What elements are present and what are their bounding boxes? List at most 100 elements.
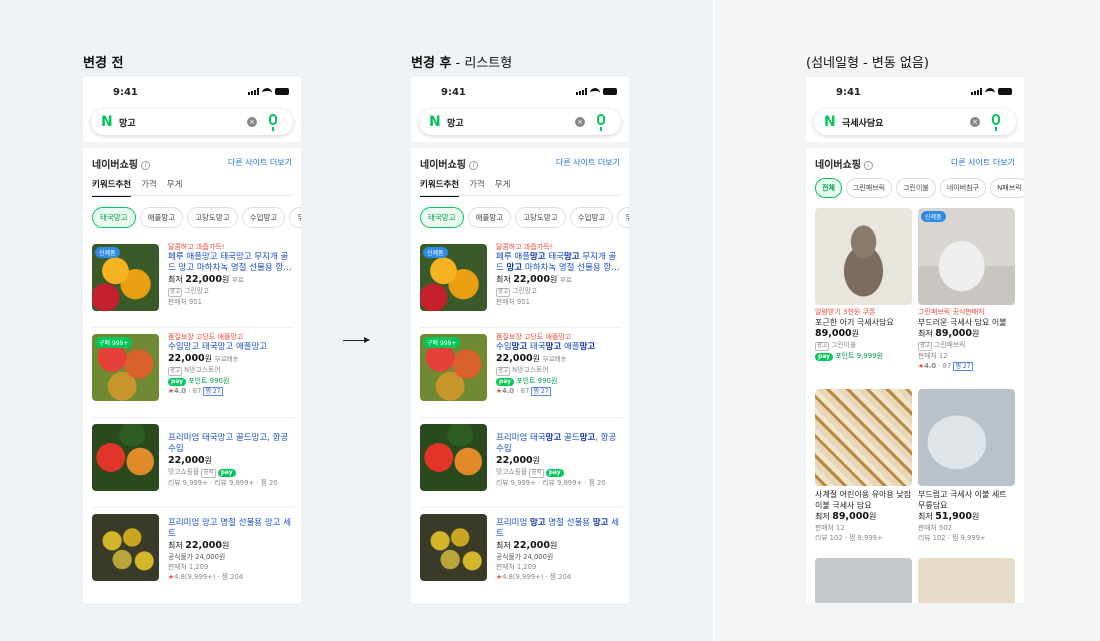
grid-item[interactable]: 부드럽고 극세사 이불 세트 무릎담요 최저 51,900원 판매처 502 리… (918, 389, 1015, 543)
price: 최저 22,000원 (496, 540, 558, 551)
clock: 9:41 (836, 87, 861, 98)
product-image[interactable] (815, 389, 912, 486)
list-item[interactable]: 프리미엄 망고 명절 선물용 망고 세트 최저 22,000원 공식몰가 24,… (420, 513, 622, 598)
chip[interactable]: 무지개망 (617, 207, 629, 228)
list-item[interactable]: 프리미엄 태국망고 골드망고, 항공 수입 22,000원 망고쇼핑몰 공식 pa… (92, 423, 294, 508)
price: 22,000원 무료배송 (168, 353, 239, 364)
store-chips: 전체 그린패브릭 그린이불 네이버침구 N패브릭 (815, 178, 1024, 198)
chip[interactable]: 전체 (815, 178, 842, 198)
list-item[interactable]: 구매 999+ 품질보장 고당도 애플망고 수입망고 태국망고 애플망고 22,… (92, 333, 294, 418)
mic-icon[interactable] (992, 114, 1000, 131)
seller: 광고 그린망고 (168, 287, 210, 297)
product-title[interactable]: 수입망고 태국망고 애플망고 (168, 342, 294, 353)
product-image[interactable] (918, 558, 1015, 603)
naver-logo-icon: N (429, 114, 441, 130)
product-title[interactable]: 부드럽고 극세사 이불 세트 무릎담요 (918, 489, 1015, 511)
more-link[interactable]: 다른 사이트 더보기 (228, 157, 292, 168)
chip[interactable]: 태국망고 (420, 207, 464, 228)
mic-icon[interactable] (269, 114, 277, 131)
chip[interactable]: 수입망고 (241, 207, 286, 228)
product-image[interactable] (420, 514, 487, 581)
product-title[interactable]: 프리미엄 태국망고 골드망고, 항공 수입 (496, 433, 622, 455)
product-image[interactable] (815, 208, 912, 305)
status-badge: 구매 999+ (95, 337, 133, 348)
search-input[interactable]: 망고 (447, 116, 464, 129)
wifi-icon (590, 88, 600, 95)
grid-item[interactable] (815, 558, 912, 603)
product-image[interactable] (815, 558, 912, 603)
chip[interactable]: 애플망고 (139, 207, 184, 228)
chip[interactable]: 고당도망고 (515, 207, 566, 228)
grid-item[interactable]: 알람받기 3천원 쿠폰 포근한 아기 극세사담요 89,000원 광고 그린이불 … (815, 208, 912, 361)
product-title[interactable]: 프리미엄 망고 명절 선물용 망고 세트 (496, 518, 622, 540)
product-title[interactable]: 페루 애플망고 태국망고 무지개 골드 망고 마하차녹 명절 선물용 항… (496, 252, 622, 274)
product-list: 신제품 달콤하고 과즙가득! 페루 애플망고 태국망고 무지개 골드 망고 마하… (420, 243, 622, 598)
heading-thumbnail: (섬네일형 - 변동 없음) (806, 56, 929, 71)
info-icon[interactable]: i (864, 160, 873, 170)
grid-item[interactable]: 신제품 그린패브릭 공식판매처 부드러운 극세사 담요 이불 최저 89,000… (918, 208, 1015, 371)
battery-icon (998, 88, 1012, 95)
product-list: 신제품 달콤하고 과즙가득! 페루 애플망고 태국망고 무지개 골드 망고 마하… (92, 243, 294, 598)
clear-icon[interactable]: × (575, 117, 585, 127)
chip[interactable]: N패브릭 (990, 178, 1024, 198)
product-title[interactable]: 프리미엄 태국망고 골드망고, 항공 수입 (168, 433, 294, 455)
search-bar[interactable]: N 극세사담요 × (814, 109, 1016, 135)
more-link[interactable]: 다른 사이트 더보기 (556, 157, 620, 168)
product-image[interactable] (420, 424, 487, 491)
list-item[interactable]: 신제품 달콤하고 과즙가득! 페루 애플망고 태국망고 무지개 골드 망고 마하… (420, 243, 622, 328)
list-item[interactable]: 프리미엄 태국망고 골드망고, 항공 수입 22,000원 망고쇼핑몰 공식 pa… (420, 423, 622, 508)
chip[interactable]: 그린패브릭 (845, 178, 893, 198)
divider (713, 0, 715, 641)
naver-logo-icon: N (101, 114, 113, 130)
product-title[interactable]: 포근한 아기 극세사담요 (815, 317, 912, 328)
list-item[interactable]: 신제품 달콤하고 과즙가득! 페루 애플망고 태국망고 무지개 골드 망고 마하… (92, 243, 294, 328)
product-title[interactable]: 수입망고 태국망고 애플망고 (496, 342, 622, 353)
search-bar[interactable]: N 망고 × (91, 109, 293, 135)
meta: 판매처 12 (918, 352, 948, 360)
chip[interactable]: 태국망고 (92, 207, 136, 228)
chip[interactable]: 무지개망 (289, 207, 301, 228)
meta: 리뷰 9,999+ · 리뷰 9,999+ · 찜 20 (496, 479, 606, 487)
chip[interactable]: 애플망고 (467, 207, 512, 228)
list-item[interactable]: 프리미엄 망고 명절 선물용 망고 세트 최저 22,000원 공식몰가 24,… (92, 513, 294, 598)
seller: 광고 그린망고 (496, 287, 538, 297)
info-icon[interactable]: i (141, 160, 150, 170)
product-title[interactable]: 사계절 어린이용 유아용 낮잠이불 극세사 담요 (815, 489, 912, 511)
official-price: 공식몰가 24,000원 (168, 553, 226, 561)
naver-logo-icon: N (824, 114, 836, 130)
product-image[interactable] (92, 514, 159, 581)
chip[interactable]: 수입망고 (569, 207, 614, 228)
product-image[interactable]: 신제품 (92, 244, 159, 311)
price: 최저 89,000원 (815, 511, 877, 522)
chip[interactable]: 고당도망고 (187, 207, 238, 228)
search-input[interactable]: 망고 (119, 116, 136, 129)
product-image[interactable]: 구매 999+ (92, 334, 159, 401)
search-input[interactable]: 극세사담요 (842, 116, 883, 129)
list-item[interactable]: 구매 999+ 품질보장 고당도 애플망고 수입망고 태국망고 애플망고 22,… (420, 333, 622, 418)
chip[interactable]: 네이버침구 (939, 178, 987, 198)
grid-item[interactable] (918, 558, 1015, 603)
clear-icon[interactable]: × (247, 117, 257, 127)
product-image[interactable]: 구매 999+ (420, 334, 487, 401)
product-image[interactable] (92, 424, 159, 491)
grid-item[interactable]: 사계절 어린이용 유아용 낮잠이불 극세사 담요 최저 89,000원 판매처 … (815, 389, 912, 543)
info-icon[interactable]: i (469, 160, 478, 170)
product-image[interactable]: 신제품 (420, 244, 487, 311)
phone-before: 9:41 N 망고 × 네이버쇼핑 i 다른 사이트 더보기 키워드추천 가격 무… (83, 77, 301, 603)
product-title[interactable]: 부드러운 극세사 담요 이불 (918, 317, 1015, 328)
chip[interactable]: 그린이불 (896, 178, 936, 198)
search-bar[interactable]: N 망고 × (419, 109, 621, 135)
product-title[interactable]: 페루 애플망고 태국망고 무지개 골드 망고 마하차녹 명절 선물용 항… (168, 252, 294, 274)
more-link[interactable]: 다른 사이트 더보기 (951, 157, 1015, 168)
status-bar: 9:41 (806, 77, 1024, 107)
product-image[interactable]: 신제품 (918, 208, 1015, 305)
clock: 9:41 (441, 87, 466, 98)
meta: 판매처 12 (815, 524, 845, 532)
price: 최저 89,000원 (918, 328, 980, 339)
wifi-icon (262, 88, 272, 95)
product-title[interactable]: 프리미엄 망고 명절 선물용 망고 세트 (168, 518, 294, 540)
status-badge: 구매 999+ (423, 337, 461, 348)
product-image[interactable] (918, 389, 1015, 486)
clear-icon[interactable]: × (970, 117, 980, 127)
mic-icon[interactable] (597, 114, 605, 131)
